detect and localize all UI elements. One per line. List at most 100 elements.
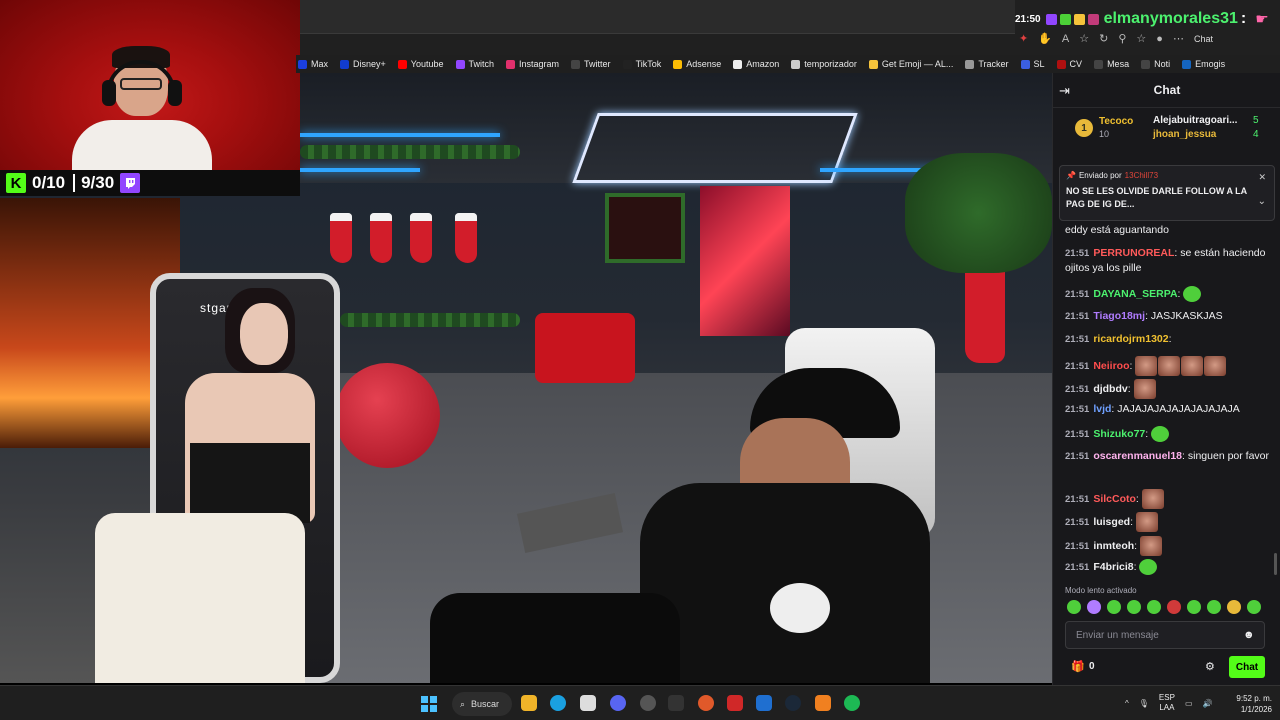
- read-aloud-icon[interactable]: A: [1062, 33, 1069, 45]
- message-username[interactable]: Shizuko77: [1093, 428, 1145, 440]
- pinned-message[interactable]: 📌 Enviado por 13Chill73 NO SE LES OLVIDE…: [1059, 165, 1275, 221]
- emoji-picker-icon[interactable]: ☻: [1243, 629, 1255, 641]
- network-icon[interactable]: ▭: [1185, 699, 1193, 708]
- emote-image: [1135, 512, 1158, 532]
- emote-button[interactable]: [1147, 600, 1161, 614]
- message-username[interactable]: SilcCoto: [1093, 493, 1136, 505]
- bookmark-item[interactable]: Adsense: [673, 59, 721, 69]
- chat-message-input[interactable]: Enviar un mensaje: [1065, 621, 1265, 649]
- message-username[interactable]: oscarenmanuel18: [1093, 450, 1182, 462]
- cv-icon: [1056, 59, 1066, 69]
- file-explorer-icon[interactable]: [521, 695, 537, 711]
- app-icon[interactable]: [640, 695, 656, 711]
- microphone-icon[interactable]: 🎙: [1139, 699, 1149, 708]
- bookmark-item[interactable]: Noti: [1141, 59, 1170, 69]
- gift-leaderboard[interactable]: 1 Tecoco 10 Alejabuitragoari... jhoan_je…: [1053, 108, 1280, 148]
- bookmark-item[interactable]: TikTok: [622, 59, 661, 69]
- bookmark-item[interactable]: temporizador: [791, 59, 857, 69]
- collapse-chat-icon[interactable]: ⇥: [1059, 83, 1070, 99]
- volume-icon[interactable]: 🔊: [1203, 699, 1213, 708]
- emote-button[interactable]: [1227, 600, 1241, 614]
- message-username[interactable]: PERRUNOREAL: [1093, 247, 1174, 259]
- taskbar-search[interactable]: ⌕ Buscar: [452, 692, 512, 716]
- refresh-icon[interactable]: ↻: [1099, 32, 1108, 45]
- extension-icon[interactable]: ✦: [1019, 32, 1028, 45]
- chat-scrollbar[interactable]: [1274, 553, 1277, 575]
- message-username[interactable]: Neiiroo: [1093, 360, 1129, 372]
- bookmark-item[interactable]: Disney+: [340, 59, 386, 69]
- hand-icon[interactable]: ✋: [1038, 32, 1052, 45]
- chat-message: 21:51 F4brici8:: [1065, 559, 1270, 575]
- emote-button[interactable]: [1127, 600, 1141, 614]
- message-username[interactable]: DAYANA_SERPA: [1093, 288, 1177, 300]
- bookmark-item[interactable]: Tracker: [965, 59, 1009, 69]
- bookmark-item[interactable]: Max: [298, 59, 328, 69]
- edge-icon[interactable]: [550, 695, 566, 711]
- profile-icon[interactable]: ●: [1156, 33, 1163, 45]
- message-time: 21:51: [1065, 540, 1090, 552]
- k-icon: [1094, 59, 1104, 69]
- emote-button[interactable]: [1087, 600, 1101, 614]
- message-username[interactable]: inmteoh: [1093, 540, 1134, 552]
- chevron-up-icon[interactable]: ^: [1125, 699, 1129, 708]
- stocking: [370, 213, 392, 263]
- message-time: 21:51: [1065, 561, 1090, 573]
- emote-button[interactable]: [1107, 600, 1121, 614]
- start-icon[interactable]: [421, 696, 437, 712]
- spotify-icon[interactable]: [844, 695, 860, 711]
- divider: [73, 174, 76, 192]
- browser-address-bar[interactable]: [300, 33, 1015, 55]
- system-tray: ^ 🎙 ESP LAA ▭ 🔊: [1125, 693, 1212, 713]
- bookmark-item[interactable]: Get Emoji — AL...: [868, 59, 953, 69]
- favorite-icon[interactable]: ☆: [1079, 32, 1089, 45]
- app-icon[interactable]: [727, 695, 743, 711]
- emote-button[interactable]: [1207, 600, 1221, 614]
- message-username[interactable]: djdbdv: [1093, 383, 1127, 395]
- slow-mode-notice: Modo lento activado: [1065, 586, 1137, 595]
- bookmark-item[interactable]: Twitch: [455, 59, 494, 69]
- message-username[interactable]: ricardojrm1302: [1093, 333, 1168, 345]
- message-username[interactable]: lvjd: [1093, 403, 1111, 415]
- app-icon[interactable]: [756, 695, 772, 711]
- neon-light: [300, 168, 420, 172]
- app-icon[interactable]: [580, 695, 596, 711]
- send-chat-button[interactable]: Chat: [1229, 656, 1265, 678]
- bookmark-item[interactable]: Mesa: [1094, 59, 1129, 69]
- chat-message: eddy está aguantando: [1065, 223, 1270, 237]
- bookmark-item[interactable]: Twitter: [571, 59, 611, 69]
- message-username[interactable]: F4brici8: [1093, 561, 1133, 573]
- bookmark-item[interactable]: Youtube: [397, 59, 444, 69]
- more-icon[interactable]: ⋯: [1173, 32, 1184, 45]
- instagram-icon: [506, 59, 516, 69]
- taskbar-clock[interactable]: 9:52 p. m. 1/1/2026: [1228, 693, 1272, 715]
- bookmark-item[interactable]: Emogis: [1182, 59, 1225, 69]
- settings-gear-icon[interactable]: ⚙: [1205, 660, 1215, 673]
- bookmark-item[interactable]: SL: [1020, 59, 1045, 69]
- app-icon[interactable]: [815, 695, 831, 711]
- gift-icon[interactable]: 🎁: [1071, 660, 1085, 673]
- epic-games-icon[interactable]: [668, 695, 684, 711]
- browser-tabstrip[interactable]: [300, 0, 1015, 33]
- emote-button[interactable]: [1067, 600, 1081, 614]
- bookmark-item[interactable]: CV: [1056, 59, 1082, 69]
- bookmark-item[interactable]: Instagram: [506, 59, 559, 69]
- language-indicator[interactable]: ESP LAA: [1159, 693, 1175, 713]
- emote-button[interactable]: [1247, 600, 1261, 614]
- leaderboard-top-count: 10: [1099, 129, 1110, 139]
- overlay-header: 21:50 elmanymorales31 : ☛ ✦ ✋ A ☆ ↻ ⚲ ☆ …: [1015, 0, 1280, 55]
- screen: stgam K 0/10 9/30 21:50 elmanymorales31 …: [0, 0, 1280, 720]
- message-username[interactable]: luisged: [1093, 516, 1130, 528]
- app-icon[interactable]: [698, 695, 714, 711]
- favorites-icon[interactable]: ☆: [1136, 32, 1146, 45]
- bookmark-item[interactable]: Amazon: [733, 59, 779, 69]
- unpin-icon[interactable]: ✕: [1258, 172, 1266, 183]
- message-username[interactable]: Tiago18mj: [1093, 310, 1145, 322]
- steam-icon[interactable]: [785, 695, 801, 711]
- emote-button[interactable]: [1187, 600, 1201, 614]
- chat-panel: ⇥ Chat 1 Tecoco 10 Alejabuitragoari... j…: [1052, 73, 1280, 685]
- discord-icon[interactable]: [610, 695, 626, 711]
- copilot-chat-button[interactable]: Chat: [1194, 34, 1213, 44]
- emote-button[interactable]: [1167, 600, 1181, 614]
- chevron-down-icon[interactable]: ⌄: [1258, 196, 1266, 207]
- extensions-icon[interactable]: ⚲: [1118, 32, 1126, 45]
